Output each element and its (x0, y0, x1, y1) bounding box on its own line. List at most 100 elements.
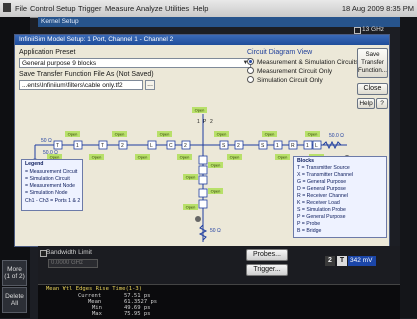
dialog-title: InfiniiSim Model Setup: 1 Port, Channel … (15, 35, 389, 45)
open-tag-label: Open (265, 132, 275, 137)
measurement-panel: Mean Ɐtl Edges Rise Time(1-3) Current 57… (38, 284, 400, 319)
vblock-5[interactable] (198, 199, 208, 209)
menu-measure[interactable]: Measure (105, 4, 134, 13)
legend-item: = Simulation Circuit (25, 176, 70, 182)
blocks-legend-item: D = General Purpose (297, 186, 346, 192)
block-l2-label: L (315, 143, 318, 149)
probes-button[interactable]: Probes... (246, 249, 288, 261)
blocks-legend-item: K = Receiver Load (297, 200, 340, 206)
blocks-legend-item: X = Transmitter Channel (297, 172, 354, 178)
open-tag-label: Open (278, 155, 288, 160)
agilent-logo-icon (3, 3, 11, 12)
block-t2-label: T (101, 143, 104, 149)
right-panel (400, 17, 417, 318)
block-s4-label: 1 (276, 143, 279, 149)
top-label-1: 1 (197, 119, 200, 125)
measurement-header: Mean Ɐtl Edges Rise Time(1-3) (46, 286, 143, 292)
menu-analyze[interactable]: Analyze (136, 4, 163, 13)
kernel-setup-title: Kernel Setup (41, 18, 79, 25)
vblock-2[interactable] (198, 165, 208, 175)
legend-item: = Measurement Node (25, 183, 76, 189)
bottom-value: 50 Ω (210, 228, 221, 234)
open-tag-label: Open (160, 132, 170, 137)
menu-control[interactable]: Control (30, 4, 54, 13)
open-tag-label: Open (92, 155, 102, 160)
bandwidth-limit-label: Bandwidth Limit (46, 249, 92, 256)
block-1-label: 1 (76, 143, 79, 149)
menu-trigger[interactable]: Trigger (78, 4, 101, 13)
top-label-2: 2 (210, 119, 213, 125)
radio-icon (247, 76, 254, 83)
radio-icon (247, 67, 254, 74)
open-tag-label: Open (211, 189, 221, 194)
application-preset-label: Application Preset (19, 49, 76, 56)
ghz-label: 13 GHz (362, 26, 385, 33)
ghz-checkbox[interactable] (354, 27, 361, 34)
blocks-legend-item: T = Transmitter Source (297, 165, 350, 171)
vblock-3[interactable] (198, 175, 208, 185)
circuit-view-label: Circuit Diagram View (247, 49, 313, 56)
bottom-node-icon (195, 216, 201, 222)
open-tag-label: Open (308, 132, 318, 137)
legend-item: = Simulation Node (25, 190, 68, 196)
legend-title: Legend (25, 161, 44, 167)
legend-item: = Measurement Circuit (25, 169, 78, 175)
infiniisim-dialog: InfiniiSim Model Setup: 1 Port, Channel … (14, 34, 390, 247)
block-c-label: C (169, 143, 173, 149)
blocks-legend-item: S = Simulation Probe (297, 207, 346, 213)
datetime-display: 18 Aug 2009 8:35 PM (341, 4, 414, 13)
view-option-measurement-only[interactable]: Measurement Circuit Only (247, 67, 332, 75)
application-preset-dropdown[interactable]: General purpose 9 blocks ▼ (19, 58, 251, 68)
menu-file[interactable]: File (15, 4, 27, 13)
open-tag-label: Open (217, 132, 227, 137)
top-label-p: P (203, 119, 207, 125)
frequency-input[interactable] (48, 259, 98, 268)
blocks-legend-item: R = Receiver Channel (297, 193, 348, 199)
legend-ports-row: Ch1 - Ch3 = Ports 1 & 2 (25, 198, 81, 204)
blocks-legend-item: P = Probe (297, 221, 321, 227)
measurement-row-value: 75.95 ps (124, 311, 151, 317)
legend-box: Legend = Measurement Circuit = Simulatio… (21, 159, 83, 211)
trigger-level-display[interactable]: 342 mV (348, 256, 376, 266)
open-tag-label: Open (68, 132, 78, 137)
blocks-legend-box: Blocks T = Transmitter Source X = Transm… (293, 156, 387, 238)
block-r-label: R (291, 143, 295, 149)
application-preset-value: General purpose 9 blocks (22, 60, 97, 67)
radio-selected-icon (247, 58, 254, 65)
vblock-1[interactable] (198, 155, 208, 165)
trigger-button[interactable]: Trigger... (246, 264, 288, 276)
menu-utilities[interactable]: Utilities (165, 4, 189, 13)
open-tag-label: Open (195, 108, 205, 113)
vblock-4[interactable] (198, 188, 208, 198)
blocks-legend-title: Blocks (297, 158, 315, 164)
menu-setup[interactable]: Setup (56, 4, 76, 13)
save-tf-path-field[interactable]: ...ents\Infiniium\filters\cable only.tf2 (19, 80, 143, 90)
menu-bar: File Control Setup Trigger Measure Analy… (0, 0, 417, 18)
open-tag-label: Open (211, 163, 221, 168)
measurement-row-name: Max (92, 311, 102, 317)
view-option-simulation-only[interactable]: Simulation Circuit Only (247, 76, 323, 84)
block-c2-label: 2 (184, 143, 187, 149)
browse-button[interactable]: ... (145, 80, 155, 90)
save-transfer-function-button[interactable]: Save Transfer Function... (357, 48, 388, 78)
open-tag-label: Open (186, 175, 196, 180)
block-l-label: L (150, 143, 153, 149)
trigger-square[interactable]: T (337, 256, 347, 266)
open-tag-label: Open (138, 155, 148, 160)
open-tag-label: Open (230, 155, 240, 160)
blocks-legend-item: B = Bridge (297, 228, 322, 234)
delete-all-button[interactable]: Delete All (2, 287, 27, 313)
blocks-legend-item: P = General Purpose (297, 214, 346, 220)
kernel-setup-window-titlebar (38, 17, 400, 27)
blocks-legend-item: G = General Purpose (297, 179, 347, 185)
close-button[interactable]: Close (357, 83, 388, 95)
block-r1-label: 1 (306, 143, 309, 149)
block-2-label: 2 (121, 143, 124, 149)
channel-2-square[interactable]: 2 (325, 256, 335, 266)
open-tag-label: Open (115, 132, 125, 137)
more-button[interactable]: More (1 of 2) (2, 260, 27, 286)
view-option-measurement-simulation[interactable]: Measurement & Simulation Circuits (247, 58, 359, 66)
block-t1-label: T (56, 143, 59, 149)
menu-help[interactable]: Help (193, 4, 208, 13)
save-tf-label: Save Transfer Function File As (Not Save… (19, 71, 154, 78)
